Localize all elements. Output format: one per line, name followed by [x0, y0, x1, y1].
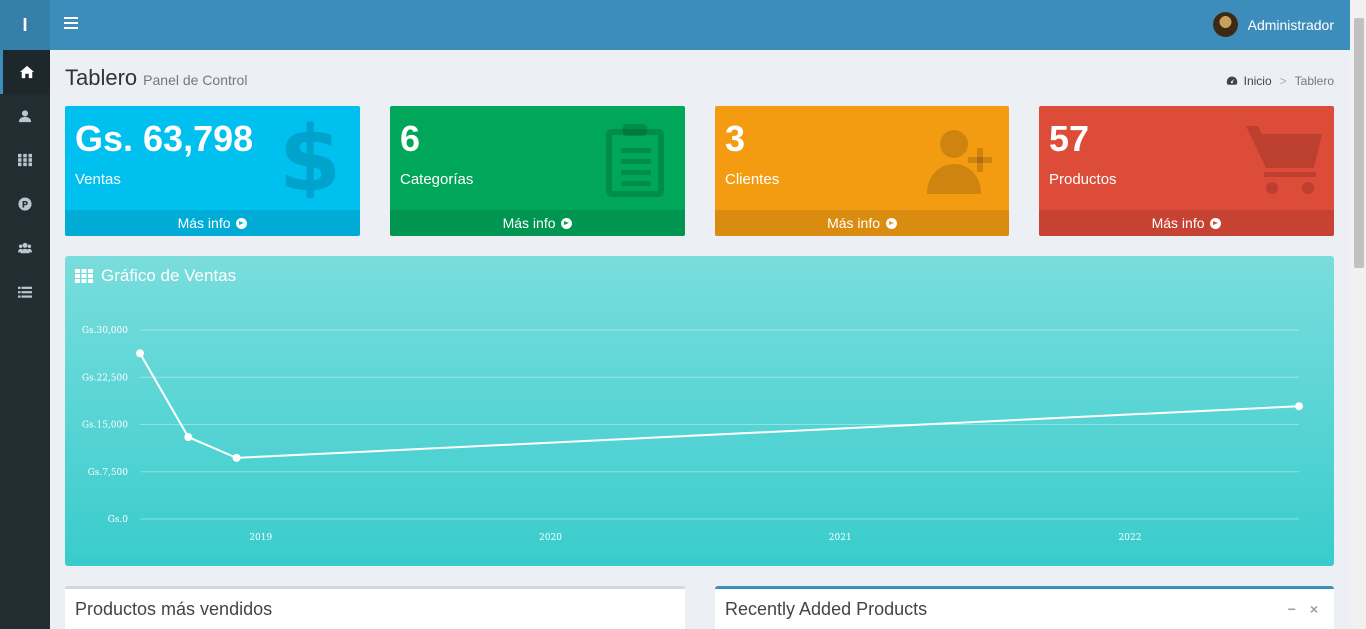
- chart-y-tick-label: Gs.0: [108, 515, 129, 525]
- more-info-label: Más info: [502, 215, 556, 231]
- page-title-text: Tablero: [65, 65, 138, 90]
- users-icon: [18, 242, 32, 254]
- clients-box: 3 Clientes Más info: [715, 106, 1009, 236]
- categories-more-info-link[interactable]: Más info: [390, 210, 685, 236]
- sales-box: $ Gs. 63,798 Ventas Más info: [65, 106, 360, 236]
- more-info-label: Más info: [1151, 215, 1205, 231]
- app-logo[interactable]: I: [0, 0, 50, 50]
- chart-x-tick-label: 2022: [1119, 533, 1142, 543]
- user-menu[interactable]: Administrador: [1212, 12, 1334, 37]
- chart-y-tick-label: Gs.22,500: [82, 373, 128, 383]
- top-products-title: Productos más vendidos: [75, 599, 273, 619]
- sidebar-item-home[interactable]: [0, 50, 50, 94]
- user-plus-icon: [927, 130, 992, 194]
- page-title: Tablero Panel de Control: [65, 65, 247, 91]
- arrow-circle-right-icon: [236, 218, 248, 229]
- user-icon: [18, 110, 32, 123]
- sales-label: Ventas: [75, 171, 121, 188]
- more-info-label: Más info: [827, 215, 881, 231]
- sidebar-toggle-button[interactable]: [64, 17, 78, 31]
- sidebar-item-list[interactable]: [0, 270, 50, 314]
- recent-products-panel: Recently Added Products − ×: [715, 586, 1334, 629]
- breadcrumb-home-link[interactable]: Inicio: [1244, 74, 1272, 88]
- top-products-panel: Productos más vendidos: [65, 586, 685, 629]
- chart-x-tick-label: 2019: [249, 533, 272, 543]
- products-value: 57: [1049, 118, 1090, 159]
- cart-icon: [1246, 126, 1322, 194]
- chart-y-tick-label: Gs.15,000: [82, 421, 128, 431]
- minimize-button[interactable]: −: [1288, 601, 1296, 617]
- chart-y-tick-label: Gs.30,000: [82, 326, 128, 336]
- panel-tools: − ×: [1288, 601, 1318, 617]
- scrollbar-thumb[interactable]: [1354, 18, 1364, 268]
- dashboard-icon: [1226, 76, 1237, 85]
- breadcrumb-current: Tablero: [1294, 74, 1334, 88]
- recent-products-title: Recently Added Products: [725, 599, 928, 619]
- sales-chart-box: Gs.0 Gs.7,500 Gs.15,000 Gs.22,500 Gs.30,000 2…: [65, 256, 1334, 566]
- more-info-label: Más info: [177, 215, 231, 231]
- home-icon: [19, 65, 34, 79]
- categories-value: 6: [400, 118, 421, 159]
- chart-x-tick-label: 2021: [829, 533, 852, 543]
- sidebar-item-user[interactable]: [0, 94, 50, 138]
- product-p-icon: P: [18, 197, 32, 211]
- avatar: [1212, 12, 1238, 37]
- page-subtitle: Panel de Control: [143, 72, 248, 88]
- categories-label: Categorías: [400, 171, 474, 188]
- clipboard-icon: [606, 124, 664, 197]
- svg-text:$: $: [279, 118, 342, 198]
- breadcrumb: Inicio > Tablero: [1226, 74, 1334, 88]
- sales-chart: Gs.0 Gs.7,500 Gs.15,000 Gs.22,500 Gs.30,000 2…: [82, 326, 1303, 543]
- chart-series-line: [139, 352, 1300, 459]
- clients-more-info-link[interactable]: Más info: [715, 210, 1009, 236]
- arrow-circle-right-icon: [885, 218, 897, 229]
- chart-data-point: [1295, 402, 1303, 411]
- clients-value: 3: [725, 118, 746, 159]
- chart-data-point: [232, 453, 241, 462]
- products-label: Productos: [1049, 171, 1117, 188]
- arrow-circle-right-icon: [1210, 218, 1222, 229]
- clients-label: Clientes: [725, 171, 780, 188]
- chart-data-point: [184, 433, 193, 442]
- th-icon: [18, 153, 32, 167]
- chart-data-point: [136, 349, 144, 358]
- categories-box: 6 Categorías Más info: [390, 106, 685, 236]
- chart-y-tick-label: Gs.7,500: [88, 468, 129, 478]
- chart-x-tick-label: 2020: [539, 533, 562, 543]
- sales-more-info-link[interactable]: Más info: [65, 210, 360, 236]
- products-box: 57 Productos Más info: [1039, 106, 1334, 236]
- th-icon: [75, 269, 93, 283]
- arrow-circle-right-icon: [561, 218, 573, 229]
- sidebar-item-products[interactable]: P: [0, 182, 50, 226]
- svg-text:P: P: [22, 201, 29, 211]
- sidebar-item-grid[interactable]: [0, 138, 50, 182]
- scrollbar[interactable]: [1350, 0, 1366, 629]
- list-icon: [18, 286, 32, 298]
- chart-title: Gráfico de Ventas: [75, 266, 236, 286]
- user-name: Administrador: [1247, 16, 1334, 33]
- close-button[interactable]: ×: [1310, 601, 1318, 617]
- dollar-icon: $: [279, 118, 342, 198]
- breadcrumb-separator: >: [1279, 74, 1287, 88]
- sidebar: I P: [0, 0, 50, 629]
- products-more-info-link[interactable]: Más info: [1039, 210, 1334, 236]
- sidebar-item-users[interactable]: [0, 226, 50, 270]
- top-header: Administrador: [50, 0, 1350, 50]
- logo-text: I: [22, 14, 28, 35]
- sales-value: Gs. 63,798: [75, 118, 254, 159]
- chart-title-text: Gráfico de Ventas: [101, 266, 237, 285]
